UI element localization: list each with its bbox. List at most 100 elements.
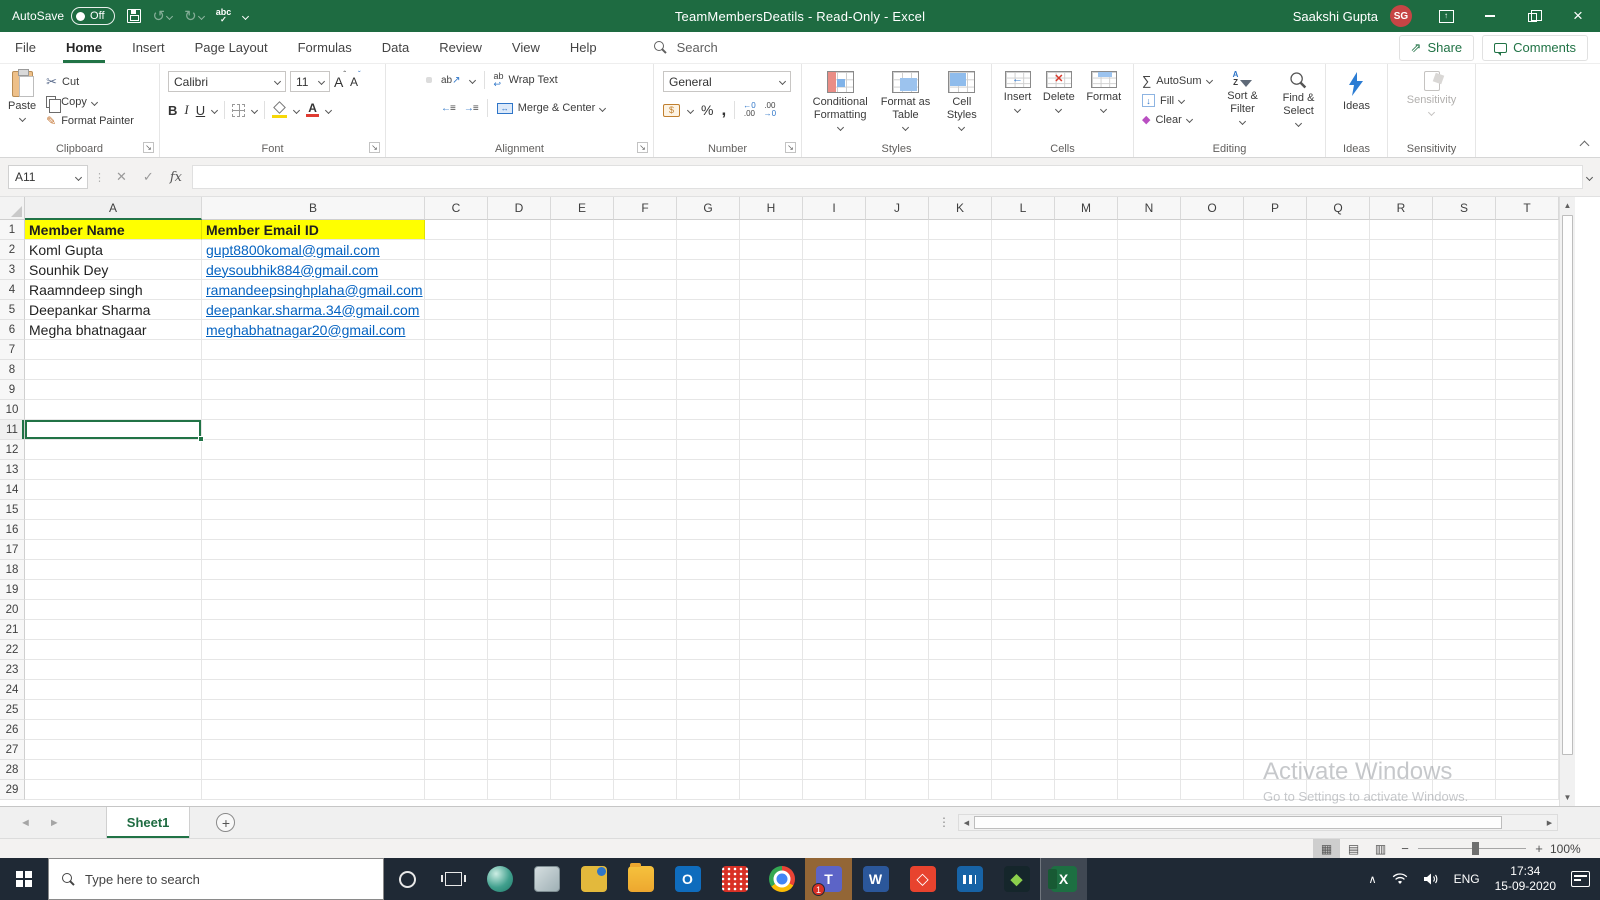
cell-E15[interactable] (551, 500, 614, 520)
row-header-16[interactable]: 16 (0, 520, 25, 540)
formula-input[interactable] (191, 165, 1583, 189)
cell-R19[interactable] (1370, 580, 1433, 600)
cell-H11[interactable] (740, 420, 803, 440)
cell-F23[interactable] (614, 660, 677, 680)
clipboard-dialog-launcher[interactable]: ↘ (143, 142, 154, 153)
cell-N4[interactable] (1118, 280, 1181, 300)
cell-M4[interactable] (1055, 280, 1118, 300)
user-name[interactable]: Saakshi Gupta (1293, 9, 1378, 24)
row-header-27[interactable]: 27 (0, 740, 25, 760)
cell-E21[interactable] (551, 620, 614, 640)
cell-Q16[interactable] (1307, 520, 1370, 540)
cell-P7[interactable] (1244, 340, 1307, 360)
cell-G4[interactable] (677, 280, 740, 300)
cell-R8[interactable] (1370, 360, 1433, 380)
cell-D12[interactable] (488, 440, 551, 460)
cell-T23[interactable] (1496, 660, 1559, 680)
cell-D19[interactable] (488, 580, 551, 600)
cell-R27[interactable] (1370, 740, 1433, 760)
cell-K8[interactable] (929, 360, 992, 380)
cell-B15[interactable] (202, 500, 425, 520)
select-all-corner[interactable] (0, 197, 25, 220)
cell-F16[interactable] (614, 520, 677, 540)
cell-L13[interactable] (992, 460, 1055, 480)
cell-C11[interactable] (425, 420, 488, 440)
cell-T14[interactable] (1496, 480, 1559, 500)
cell-R28[interactable] (1370, 760, 1433, 780)
cell-T16[interactable] (1496, 520, 1559, 540)
cell-K27[interactable] (929, 740, 992, 760)
cell-S26[interactable] (1433, 720, 1496, 740)
cell-A3[interactable]: Sounhik Dey (25, 260, 202, 280)
cell-N15[interactable] (1118, 500, 1181, 520)
cell-J23[interactable] (866, 660, 929, 680)
cell-D10[interactable] (488, 400, 551, 420)
cell-E8[interactable] (551, 360, 614, 380)
cell-F7[interactable] (614, 340, 677, 360)
cell-D29[interactable] (488, 780, 551, 800)
cell-O11[interactable] (1181, 420, 1244, 440)
cell-M22[interactable] (1055, 640, 1118, 660)
zoom-out-button[interactable]: − (1394, 841, 1416, 856)
percent-style-button[interactable]: % (701, 102, 713, 118)
tab-view[interactable]: View (497, 32, 555, 63)
cancel-icon[interactable]: ✕ (116, 169, 127, 185)
cell-E24[interactable] (551, 680, 614, 700)
increase-indent-button[interactable]: →≡ (464, 103, 479, 114)
cell-B1[interactable]: Member Email ID (202, 220, 425, 240)
cell-H7[interactable] (740, 340, 803, 360)
orientation-dropdown-icon[interactable] (468, 76, 476, 84)
cell-P4[interactable] (1244, 280, 1307, 300)
cell-Q26[interactable] (1307, 720, 1370, 740)
cell-R26[interactable] (1370, 720, 1433, 740)
cell-N24[interactable] (1118, 680, 1181, 700)
cell-A5[interactable]: Deepankar Sharma (25, 300, 202, 320)
cell-B10[interactable] (202, 400, 425, 420)
font-size-dropdown-icon[interactable] (317, 77, 326, 86)
cell-R4[interactable] (1370, 280, 1433, 300)
cell-B6[interactable]: meghabhatnagar20@gmail.com (202, 320, 425, 340)
tab-insert[interactable]: Insert (117, 32, 180, 63)
cell-K4[interactable] (929, 280, 992, 300)
cell-Q10[interactable] (1307, 400, 1370, 420)
cell-H2[interactable] (740, 240, 803, 260)
cell-S14[interactable] (1433, 480, 1496, 500)
cell-D24[interactable] (488, 680, 551, 700)
cell-I29[interactable] (803, 780, 866, 800)
cell-H23[interactable] (740, 660, 803, 680)
cell-N13[interactable] (1118, 460, 1181, 480)
cell-O29[interactable] (1181, 780, 1244, 800)
cell-K5[interactable] (929, 300, 992, 320)
cell-L25[interactable] (992, 700, 1055, 720)
cell-K6[interactable] (929, 320, 992, 340)
cut-button[interactable]: ✂ Cut (46, 74, 134, 90)
column-header-P[interactable]: P (1244, 197, 1307, 220)
cell-S27[interactable] (1433, 740, 1496, 760)
cell-F9[interactable] (614, 380, 677, 400)
cell-D14[interactable] (488, 480, 551, 500)
cell-O13[interactable] (1181, 460, 1244, 480)
cell-I26[interactable] (803, 720, 866, 740)
cell-B26[interactable] (202, 720, 425, 740)
cell-P29[interactable] (1244, 780, 1307, 800)
cell-B29[interactable] (202, 780, 425, 800)
cell-E27[interactable] (551, 740, 614, 760)
cell-R22[interactable] (1370, 640, 1433, 660)
cell-R1[interactable] (1370, 220, 1433, 240)
cell-L29[interactable] (992, 780, 1055, 800)
cell-R20[interactable] (1370, 600, 1433, 620)
cell-B11[interactable] (202, 420, 425, 440)
cell-L23[interactable] (992, 660, 1055, 680)
tab-home[interactable]: Home (51, 32, 117, 63)
cell-S7[interactable] (1433, 340, 1496, 360)
cell-I18[interactable] (803, 560, 866, 580)
cell-L9[interactable] (992, 380, 1055, 400)
cell-C5[interactable] (425, 300, 488, 320)
cell-F11[interactable] (614, 420, 677, 440)
copy-dropdown-icon[interactable] (90, 98, 98, 106)
cell-Q20[interactable] (1307, 600, 1370, 620)
cell-C23[interactable] (425, 660, 488, 680)
cell-D5[interactable] (488, 300, 551, 320)
cell-D21[interactable] (488, 620, 551, 640)
italic-button[interactable]: I (184, 102, 188, 118)
